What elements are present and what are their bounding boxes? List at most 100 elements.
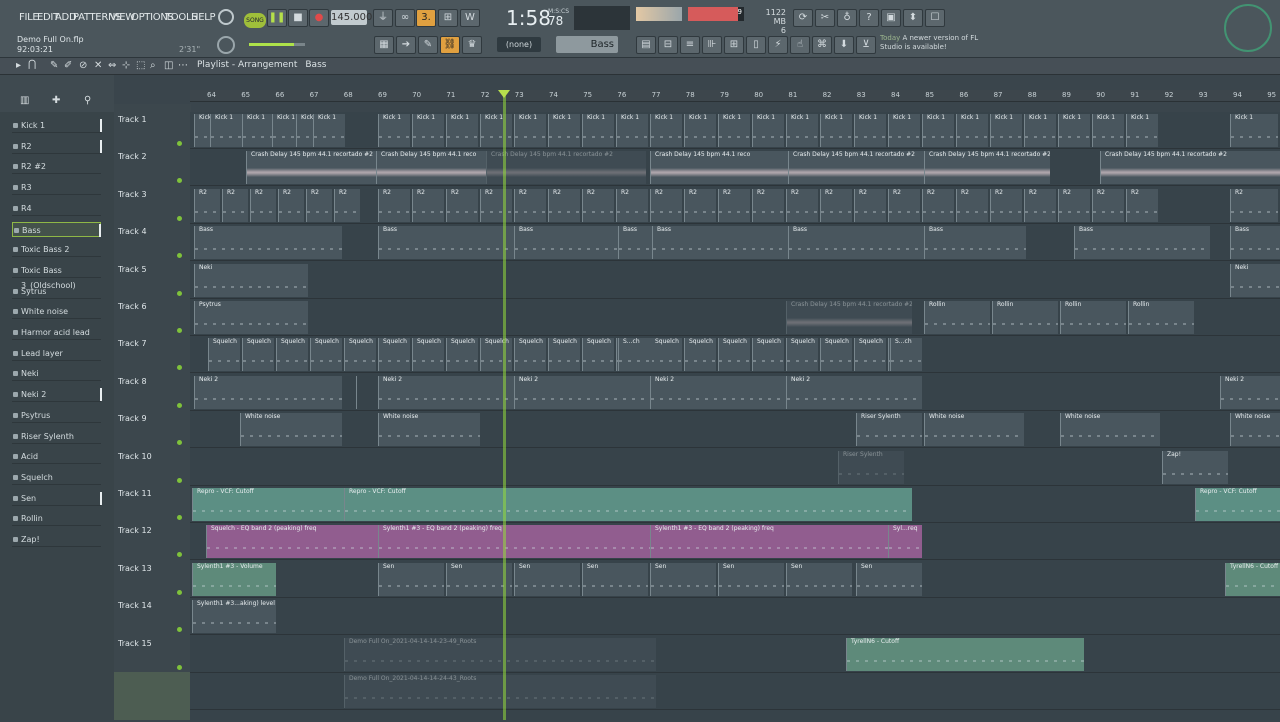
playlist-clip[interactable]: Riser Sylenth bbox=[838, 450, 904, 484]
playlist-clip[interactable]: Rollin bbox=[1128, 301, 1194, 334]
channel-item[interactable]: Bass bbox=[12, 221, 101, 237]
playlist-clip[interactable]: Sen bbox=[514, 562, 580, 596]
playlist-clip[interactable]: Kick 1 bbox=[786, 114, 818, 147]
track-label[interactable]: Track 4 bbox=[118, 227, 147, 236]
playlist-clip[interactable]: Kick 1 bbox=[242, 114, 274, 147]
playlist-clip[interactable]: R2 bbox=[684, 188, 716, 222]
playlist-clip[interactable]: Rollin bbox=[992, 301, 1058, 334]
zoom-icon[interactable]: ⌕ bbox=[150, 60, 156, 71]
playlist-clip[interactable]: Neki 2 bbox=[1220, 375, 1280, 409]
channel-item[interactable]: Acid bbox=[12, 449, 101, 465]
snap-selector[interactable]: (none) bbox=[497, 37, 541, 52]
playlist-clip[interactable]: Kick 1 bbox=[616, 114, 648, 147]
playlist-clip[interactable]: S...ch bbox=[618, 338, 652, 372]
loop-record-icon[interactable]: ∞ bbox=[395, 9, 415, 27]
playlist-clip[interactable]: Kick 1 bbox=[548, 114, 580, 147]
playlist-clip[interactable]: Bass bbox=[788, 226, 924, 260]
playlist-clip[interactable]: Squelch bbox=[650, 338, 682, 372]
playlist-clip[interactable]: Crash Delay 145 bpm 44.1 reco bbox=[376, 151, 486, 185]
fish-icon[interactable]: ⌘ bbox=[812, 36, 832, 54]
song-mode-toggle[interactable]: SONG bbox=[244, 13, 266, 28]
arrow-icon[interactable]: ▸ bbox=[16, 60, 21, 71]
pause-button[interactable]: ❚❚ bbox=[267, 9, 287, 27]
track-mute-led[interactable] bbox=[177, 515, 182, 520]
link-icon[interactable]: ⛓ bbox=[440, 36, 460, 54]
playlist-clip[interactable]: Squelch bbox=[242, 338, 274, 372]
track-row[interactable] bbox=[190, 449, 1280, 486]
playlist-clip[interactable]: R2 bbox=[548, 188, 580, 222]
playlist-clip[interactable]: S...ch bbox=[890, 338, 922, 372]
record-button[interactable]: ● bbox=[309, 9, 329, 27]
playlist-clip[interactable]: R2 bbox=[194, 188, 220, 222]
help-icon[interactable]: ? bbox=[859, 9, 879, 27]
channel-led-icon[interactable] bbox=[13, 267, 18, 273]
blend-icon[interactable]: W bbox=[460, 9, 480, 27]
playlist-clip[interactable]: Bass bbox=[1230, 226, 1280, 260]
plug-icon[interactable]: ⚡ bbox=[768, 36, 788, 54]
playlist-clip[interactable]: R2 bbox=[786, 188, 818, 222]
playlist-clip[interactable]: Squelch bbox=[378, 338, 410, 372]
channel-item[interactable]: Riser Sylenth bbox=[12, 429, 101, 444]
playlist-clip[interactable]: Squelch bbox=[310, 338, 342, 372]
playlist-clip[interactable]: Rollin bbox=[924, 301, 990, 334]
playlist-clip[interactable]: Kick 1 bbox=[684, 114, 716, 147]
playlist-clip[interactable]: Kick 1 bbox=[378, 114, 410, 147]
playlist-clip[interactable]: Squelch bbox=[412, 338, 444, 372]
channel-item[interactable]: R2 bbox=[12, 139, 102, 154]
channel-item[interactable]: R3 bbox=[12, 180, 101, 196]
channel-item[interactable]: White noise bbox=[12, 304, 101, 320]
playlist-clip[interactable]: TyrellN6 - Cutoff bbox=[1225, 562, 1280, 596]
playlist-clip[interactable]: Riser Sylenth bbox=[856, 413, 922, 447]
playlist-clip[interactable]: R2 bbox=[1024, 188, 1056, 222]
playlist-clip[interactable]: R2 bbox=[1058, 188, 1090, 222]
track-mute-led[interactable] bbox=[177, 552, 182, 558]
wrench-icon[interactable]: ⚲ bbox=[84, 95, 91, 106]
playlist-clip[interactable]: R2 bbox=[1126, 188, 1158, 222]
playlist-clip[interactable]: R2 bbox=[250, 188, 276, 222]
playlist-clip[interactable]: Kick 1 bbox=[1058, 114, 1090, 147]
channel-led-icon[interactable] bbox=[13, 495, 18, 501]
channel-item[interactable]: Harmor acid lead bbox=[12, 325, 101, 340]
playlist-clip[interactable]: Neki 2 bbox=[514, 375, 650, 409]
cut-icon[interactable]: ✂ bbox=[815, 9, 835, 27]
timeline-ruler[interactable]: 64 65 66 67 68 69 70 71 72 73 74 75 76 77 78 79 80 81 82 83… bbox=[190, 90, 1280, 102]
delete-icon[interactable]: ⊘ bbox=[79, 60, 87, 71]
playlist-clip[interactable]: Squelch bbox=[718, 338, 750, 372]
playlist-clip[interactable]: Kick 1 bbox=[956, 114, 988, 147]
playlist-clip[interactable]: Kick 1 bbox=[1092, 114, 1124, 147]
track-row[interactable] bbox=[190, 710, 1280, 720]
playlist-clip[interactable]: Kick 1 bbox=[820, 114, 852, 147]
playlist-clip[interactable]: Kick 1 bbox=[922, 114, 954, 147]
playlist-clip[interactable]: White noise bbox=[378, 413, 480, 447]
playlist-clip[interactable]: Bass bbox=[924, 226, 1026, 260]
track-row[interactable] bbox=[190, 598, 1280, 636]
playlist-clip[interactable]: Kick 1 bbox=[718, 114, 750, 147]
playlist-clip[interactable]: R2 bbox=[1092, 188, 1124, 222]
playlist-clip[interactable]: Bass bbox=[1074, 226, 1210, 260]
playlist-clip[interactable]: White noise bbox=[1230, 413, 1280, 447]
save-icon[interactable]: ▣ bbox=[881, 9, 901, 27]
playlist-clip[interactable]: Crash Delay 145 bpm 44.1 recortado #2 bbox=[246, 151, 376, 185]
playlist-clip[interactable]: Sen bbox=[650, 562, 716, 596]
channel-item[interactable]: Neki bbox=[12, 366, 101, 382]
playlist-clip[interactable]: Neki 2 bbox=[356, 375, 357, 409]
track-mute-led[interactable] bbox=[177, 589, 182, 595]
file-icon[interactable]: ▯ bbox=[746, 36, 766, 54]
playlist-clip[interactable]: R2 bbox=[446, 188, 478, 222]
channel-item[interactable]: Sytrus bbox=[12, 284, 101, 299]
track-label[interactable]: Track 12 bbox=[118, 526, 152, 535]
track-label[interactable]: Track 11 bbox=[118, 489, 152, 498]
playlist-clip[interactable]: Kick 1 bbox=[888, 114, 920, 147]
playlist-clip[interactable]: Kick 1 bbox=[752, 114, 784, 147]
channel-item[interactable]: Zap! bbox=[12, 532, 101, 547]
render-icon[interactable]: ⬍ bbox=[903, 9, 923, 27]
mixer-icon[interactable]: ▤ bbox=[636, 36, 656, 54]
channel-led-icon[interactable] bbox=[13, 516, 18, 522]
playlist-clip[interactable]: R2 bbox=[718, 188, 750, 222]
playlist-clip[interactable]: Neki 2 bbox=[650, 375, 786, 409]
magnet-icon[interactable]: ⋂ bbox=[28, 59, 36, 70]
track-label[interactable]: Track 9 bbox=[118, 414, 147, 423]
pattern-selector[interactable]: Bass bbox=[556, 36, 618, 53]
select-icon[interactable]: ⬚ bbox=[136, 60, 145, 71]
track-mute-led[interactable] bbox=[177, 328, 182, 333]
